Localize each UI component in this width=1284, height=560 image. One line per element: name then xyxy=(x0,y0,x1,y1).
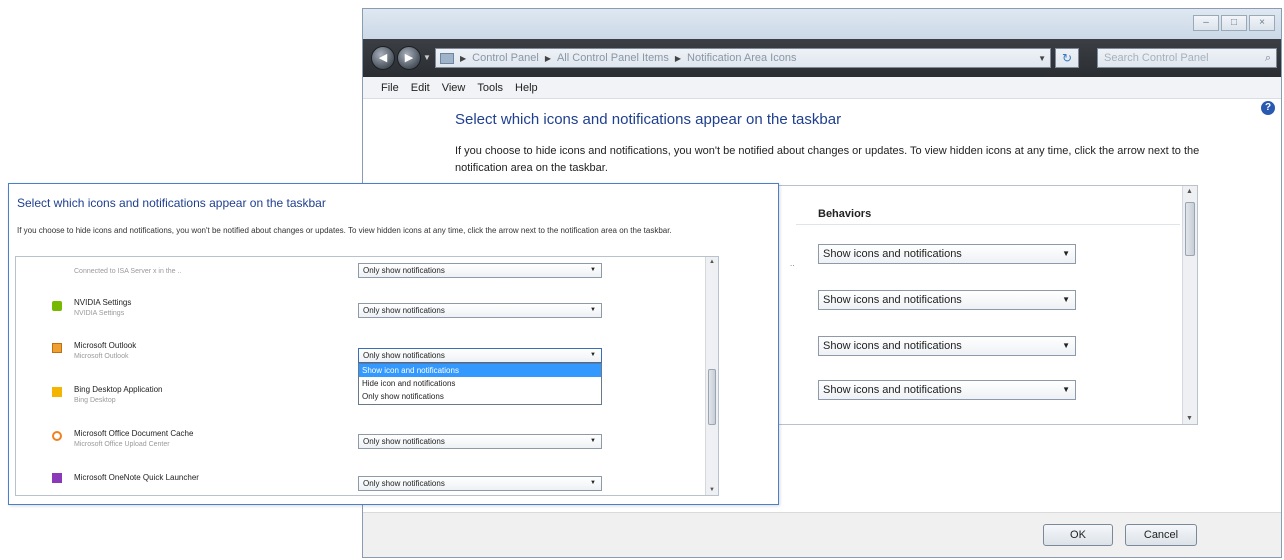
list-item-sub: Microsoft Office Upload Center xyxy=(74,441,170,448)
chevron-down-icon: ▼ xyxy=(590,352,596,358)
scroll-down-icon[interactable]: ▼ xyxy=(1186,415,1193,422)
chevron-down-icon: ▼ xyxy=(1062,341,1070,350)
list-item-name: Bing Desktop Application xyxy=(74,385,163,394)
behavior-select-value: Only show notifications xyxy=(363,479,445,488)
address-dropdown-icon[interactable]: ▼ xyxy=(1038,54,1046,63)
nvidia-icon xyxy=(52,301,62,311)
behavior-select-value: Only show notifications xyxy=(363,351,445,360)
list-item-sub: NVIDIA Settings xyxy=(74,310,125,317)
behavior-select[interactable]: Only show notifications ▼ xyxy=(358,476,602,491)
header-divider xyxy=(796,224,1180,225)
dropdown-option-show[interactable]: Show icon and notifications xyxy=(359,364,601,377)
list-item-name: Microsoft Office Document Cache xyxy=(74,429,194,438)
list-item-name: Microsoft OneNote Quick Launcher xyxy=(74,473,199,482)
title-bar: – □ × xyxy=(363,9,1281,39)
zoom-title: Select which icons and notifications app… xyxy=(17,196,326,210)
bing-icon xyxy=(52,387,62,397)
behavior-select-value: Show icons and notifications xyxy=(823,248,962,260)
breadcrumb-all-items[interactable]: All Control Panel Items xyxy=(557,52,669,64)
menu-view[interactable]: View xyxy=(442,82,466,94)
address-toolbar: ◀ ▶ ▼ ▶ Control Panel ▶ All Control Pane… xyxy=(363,39,1281,77)
list-item-sub: Microsoft Outlook xyxy=(74,353,129,360)
behavior-select-value: Only show notifications xyxy=(363,306,445,315)
maximize-button[interactable]: □ xyxy=(1221,15,1247,31)
breadcrumb-separator-icon: ▶ xyxy=(544,53,551,63)
menu-tools[interactable]: Tools xyxy=(477,82,503,94)
scroll-up-icon[interactable]: ▲ xyxy=(709,259,715,265)
behavior-select-value: Show icons and notifications xyxy=(823,384,962,396)
cancel-button[interactable]: Cancel xyxy=(1125,524,1197,546)
office-upload-icon xyxy=(52,431,62,441)
back-button[interactable]: ◀ xyxy=(371,46,395,70)
search-input[interactable]: Search Control Panel ⌕ xyxy=(1097,48,1277,68)
dropdown-option-only-notifications[interactable]: Only show notifications xyxy=(359,390,601,403)
truncation-dots: .. xyxy=(790,259,795,268)
minimize-button[interactable]: – xyxy=(1193,15,1219,31)
outlook-icon xyxy=(52,343,62,353)
help-icon[interactable]: ? xyxy=(1261,101,1275,115)
recent-pages-chevron-icon[interactable]: ▼ xyxy=(423,53,431,62)
zoom-description: If you choose to hide icons and notifica… xyxy=(17,226,672,235)
scrollbar-thumb[interactable] xyxy=(1185,202,1195,256)
behavior-select[interactable]: Show icons and notifications ▼ xyxy=(818,380,1076,400)
onenote-icon xyxy=(52,473,62,483)
caption-buttons: – □ × xyxy=(1193,15,1275,31)
menu-help[interactable]: Help xyxy=(515,82,538,94)
ok-button[interactable]: OK xyxy=(1043,524,1113,546)
dialog-footer: OK Cancel xyxy=(363,512,1281,557)
list-item-name: NVIDIA Settings xyxy=(74,298,132,307)
chevron-down-icon: ▼ xyxy=(590,307,596,313)
chevron-down-icon: ▼ xyxy=(1062,295,1070,304)
chevron-down-icon: ▼ xyxy=(1062,249,1070,258)
menu-file[interactable]: File xyxy=(381,82,399,94)
behavior-select[interactable]: Show icons and notifications ▼ xyxy=(818,336,1076,356)
page-description: If you choose to hide icons and notifica… xyxy=(455,145,1200,174)
menu-edit[interactable]: Edit xyxy=(411,82,430,94)
list-item-sub: Bing Desktop xyxy=(74,397,116,404)
breadcrumb-notification-area-icons[interactable]: Notification Area Icons xyxy=(687,52,796,64)
scrollbar-thumb[interactable] xyxy=(708,369,716,425)
list-scrollbar[interactable]: ▲ ▼ xyxy=(1182,186,1197,424)
list-item-sub: Connected to ISA Server x in the .. xyxy=(74,268,182,275)
chevron-down-icon: ▼ xyxy=(1062,385,1070,394)
behavior-select-value: Only show notifications xyxy=(363,266,445,275)
zoomed-detail-panel: Select which icons and notifications app… xyxy=(8,183,779,505)
forward-button[interactable]: ▶ xyxy=(397,46,421,70)
behavior-select[interactable]: Show icons and notifications ▼ xyxy=(818,290,1076,310)
chevron-down-icon: ▼ xyxy=(590,438,596,444)
behavior-select[interactable]: Only show notifications ▼ xyxy=(358,434,602,449)
chevron-down-icon: ▼ xyxy=(590,480,596,486)
refresh-button[interactable]: ↻ xyxy=(1055,48,1079,68)
behavior-select-value: Show icons and notifications xyxy=(823,340,962,352)
behavior-select-value: Only show notifications xyxy=(363,437,445,446)
dropdown-option-hide[interactable]: Hide icon and notifications xyxy=(359,377,601,390)
behavior-select[interactable]: Only show notifications ▼ xyxy=(358,263,602,278)
search-icon[interactable]: ⌕ xyxy=(1265,49,1271,67)
menu-bar: File Edit View Tools Help xyxy=(363,77,1281,99)
control-panel-folder-icon xyxy=(440,52,454,64)
behavior-select[interactable]: Show icons and notifications ▼ xyxy=(818,244,1076,264)
list-item-name: Microsoft Outlook xyxy=(74,341,137,350)
scroll-up-icon[interactable]: ▲ xyxy=(1186,188,1193,195)
scroll-down-icon[interactable]: ▼ xyxy=(709,487,715,493)
breadcrumb-separator-icon: ▶ xyxy=(460,53,467,63)
search-placeholder: Search Control Panel xyxy=(1104,52,1209,64)
chevron-down-icon: ▼ xyxy=(590,267,596,273)
zoom-list-scrollbar[interactable]: ▲ ▼ xyxy=(705,257,718,495)
breadcrumb[interactable]: ▶ Control Panel ▶ All Control Panel Item… xyxy=(435,48,1051,68)
behavior-dropdown-list: Show icon and notifications Hide icon an… xyxy=(358,363,602,405)
page-title: Select which icons and notifications app… xyxy=(455,111,842,128)
behaviors-column-header: Behaviors xyxy=(818,208,872,220)
zoom-icons-list: Connected to ISA Server x in the .. Only… xyxy=(15,256,719,496)
breadcrumb-control-panel[interactable]: Control Panel xyxy=(472,52,539,64)
breadcrumb-separator-icon: ▶ xyxy=(674,53,682,63)
behavior-select[interactable]: Only show notifications ▼ xyxy=(358,303,602,318)
behavior-select-value: Show icons and notifications xyxy=(823,294,962,306)
behavior-select-open[interactable]: Only show notifications ▼ xyxy=(358,348,602,363)
close-button[interactable]: × xyxy=(1249,15,1275,31)
